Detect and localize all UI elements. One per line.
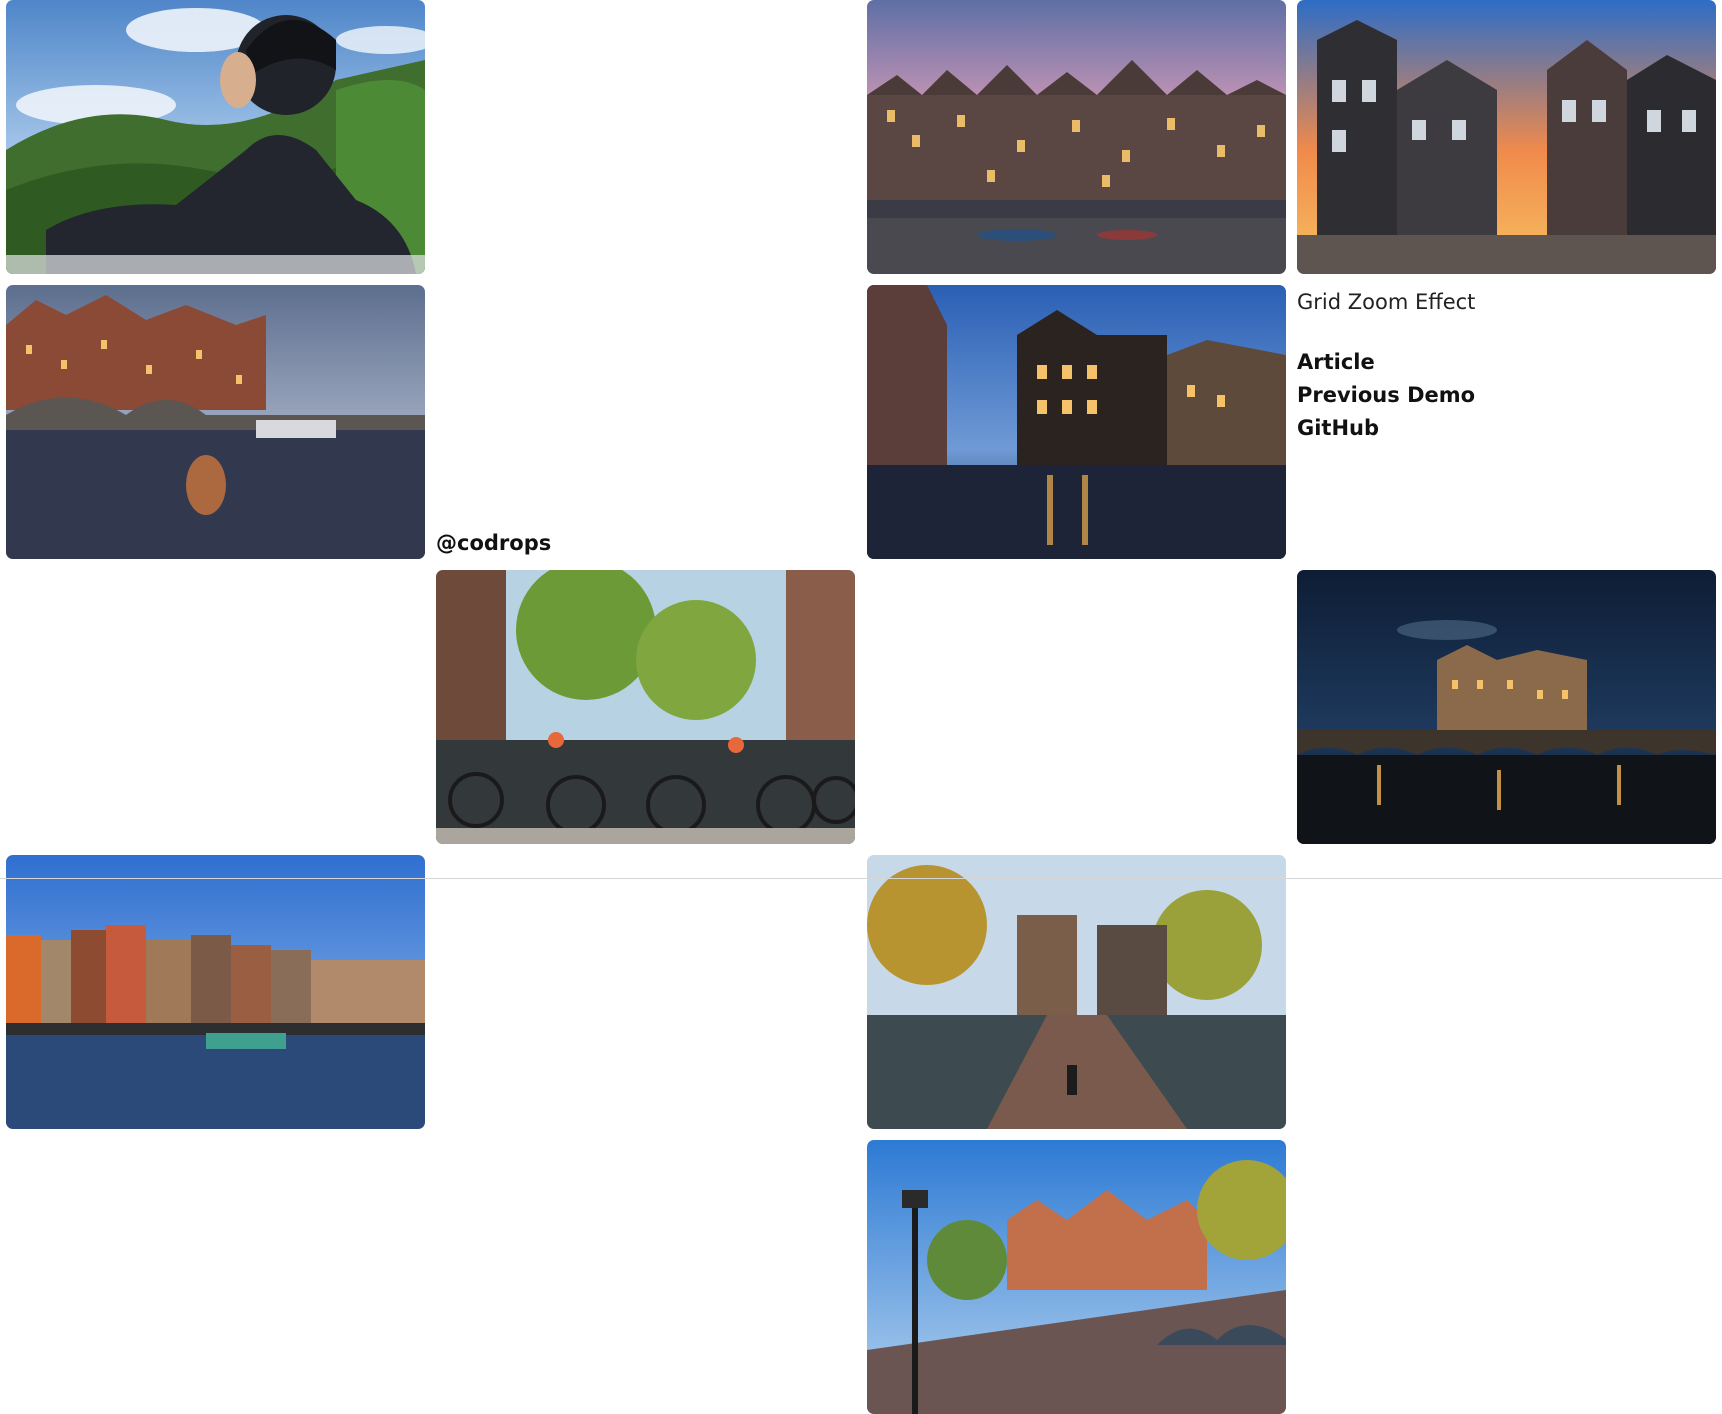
article-link[interactable]: Article — [1297, 349, 1475, 375]
grid-image-gabled-houses[interactable] — [1297, 0, 1716, 274]
github-link[interactable]: GitHub — [1297, 415, 1475, 441]
codrops-credit-link[interactable]: @codrops — [436, 531, 551, 555]
page-title: Grid Zoom Effect — [1297, 290, 1476, 314]
grid-image-canal-dusk[interactable] — [6, 285, 425, 559]
grid-image-arched-bridge-lamp[interactable] — [867, 1140, 1286, 1414]
grid-image-mountain-portrait[interactable] — [6, 0, 425, 274]
frame-links: Article Previous Demo GitHub — [1297, 349, 1475, 441]
divider-line — [0, 878, 1722, 879]
grid-image-corner-house[interactable] — [867, 285, 1286, 559]
grid-image-stone-bridge-night[interactable] — [1297, 570, 1716, 844]
grid-image-waterfront[interactable] — [6, 855, 425, 1129]
grid-image-canal-sunset[interactable] — [867, 0, 1286, 274]
previous-demo-link[interactable]: Previous Demo — [1297, 382, 1475, 408]
page: Grid Zoom Effect Article Previous Demo G… — [0, 0, 1722, 1414]
grid-image-brick-bridge-cyclist[interactable] — [867, 855, 1286, 1129]
grid-image-bicycles-bridge[interactable] — [436, 570, 855, 844]
